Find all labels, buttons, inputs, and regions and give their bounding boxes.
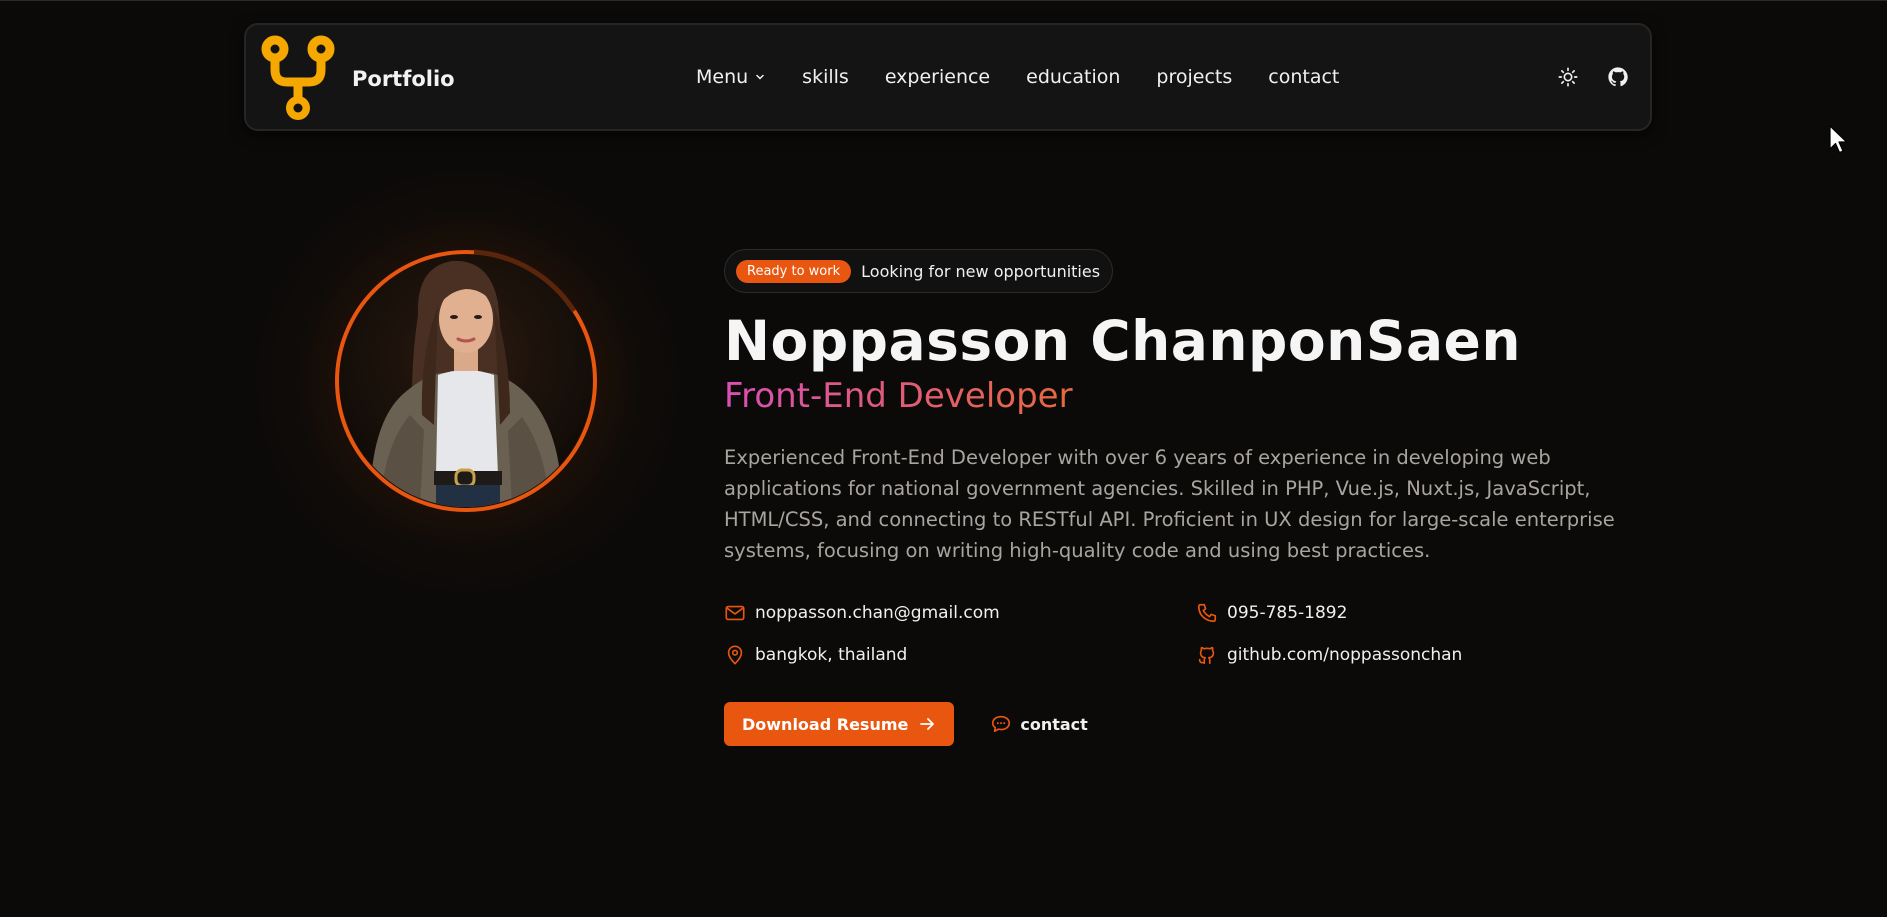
avatar xyxy=(334,249,598,513)
nav-link-experience[interactable]: experience xyxy=(867,60,1008,94)
status-text: Looking for new opportunities xyxy=(861,261,1101,281)
nav-icons xyxy=(1550,25,1636,129)
github-link-button[interactable] xyxy=(1600,59,1636,95)
mail-icon xyxy=(725,606,745,621)
hero-name: Noppasson ChanponSaen xyxy=(724,309,1522,373)
hero-actions: Download Resume contact xyxy=(724,702,1644,747)
github-text: github.com/noppassonchan xyxy=(1227,645,1463,666)
hero-content: Ready to work Looking for new opportunit… xyxy=(724,249,1644,747)
status-badge: Ready to work xyxy=(736,259,852,283)
phone-text: 095-785-1892 xyxy=(1227,603,1348,624)
chat-bubble-icon xyxy=(992,716,1011,733)
nav-links: Menu skills experience education project… xyxy=(678,25,1357,129)
contact-location: bangkok, thailand xyxy=(724,644,1196,666)
mouse-cursor-icon xyxy=(1829,125,1848,154)
contact-button-label: contact xyxy=(1020,714,1088,734)
phone-icon xyxy=(1197,604,1217,623)
avatar-ring xyxy=(335,249,597,512)
arrow-right-icon xyxy=(920,718,935,731)
sun-icon xyxy=(1558,67,1578,87)
nav-menu-dropdown[interactable]: Menu xyxy=(678,60,784,94)
brand-name: Portfolio xyxy=(352,67,455,91)
contact-email[interactable]: noppasson.chan@gmail.com xyxy=(724,602,1196,624)
nav-link-education[interactable]: education xyxy=(1008,60,1138,94)
navbar: Portfolio Menu skills experience educati… xyxy=(244,23,1652,131)
nav-link-contact[interactable]: contact xyxy=(1250,60,1357,94)
portfolio-page: Portfolio Menu skills experience educati… xyxy=(0,0,1887,917)
hero-bio: Experienced Front-End Developer with ove… xyxy=(724,446,1615,563)
contact-button[interactable]: contact xyxy=(990,713,1088,735)
contact-github[interactable]: github.com/noppassonchan xyxy=(1196,644,1636,666)
download-resume-label: Download Resume xyxy=(742,714,909,734)
nav-menu-label: Menu xyxy=(696,66,749,88)
map-pin-icon xyxy=(727,645,743,665)
github-icon xyxy=(1608,67,1628,87)
nav-link-skills[interactable]: skills xyxy=(784,60,867,94)
status-pill: Ready to work Looking for new opportunit… xyxy=(724,249,1114,293)
email-text: noppasson.chan@gmail.com xyxy=(755,603,1000,624)
brand[interactable]: Portfolio xyxy=(258,33,455,125)
contact-info: noppasson.chan@gmail.com 095-785-1892 ba… xyxy=(724,602,1644,666)
github-outline-icon xyxy=(1198,647,1215,665)
contact-phone[interactable]: 095-785-1892 xyxy=(1196,602,1636,624)
chevron-down-icon xyxy=(756,74,764,80)
theme-toggle-button[interactable] xyxy=(1550,59,1586,95)
hero-role: Front-End Developer xyxy=(724,375,1073,416)
download-resume-button[interactable]: Download Resume xyxy=(724,702,955,747)
nav-link-projects[interactable]: projects xyxy=(1138,60,1250,94)
git-branch-logo-icon xyxy=(261,35,335,120)
location-text: bangkok, thailand xyxy=(755,645,908,666)
